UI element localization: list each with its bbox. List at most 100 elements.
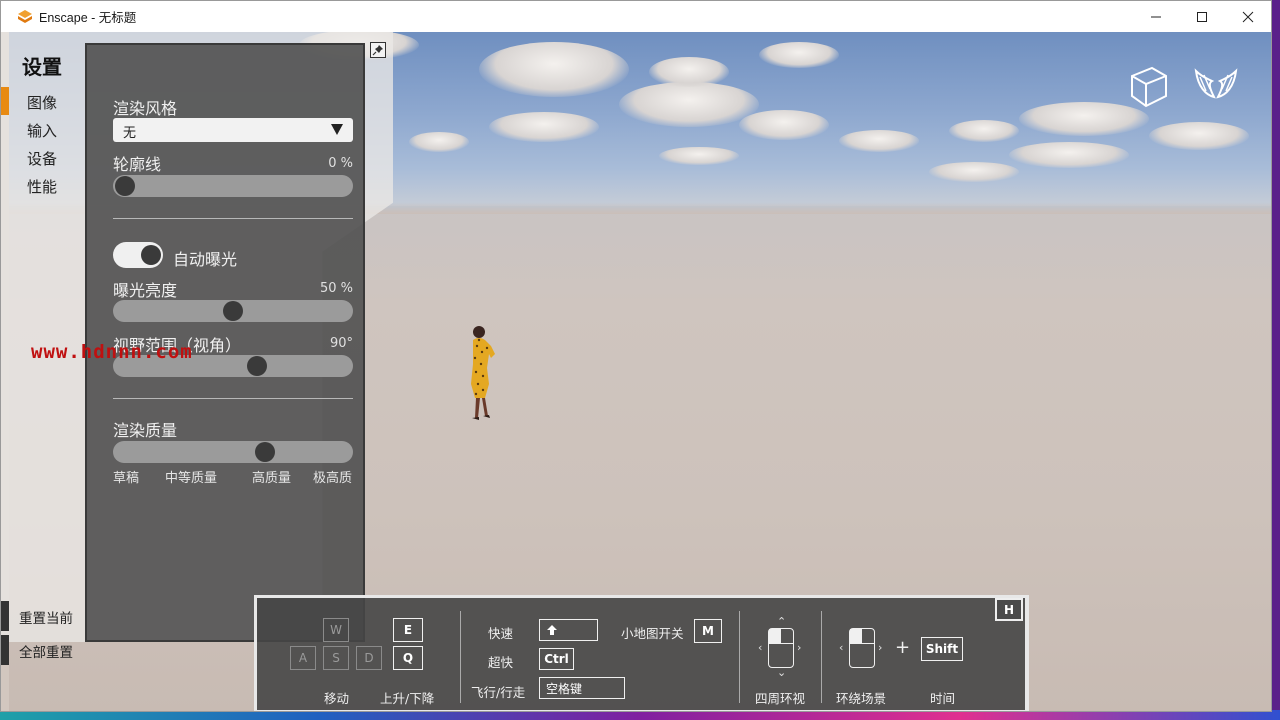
quality-level-high: 高质量 — [252, 471, 292, 486]
close-icon — [1242, 11, 1254, 22]
key-a: A — [290, 646, 316, 670]
cloud — [619, 82, 759, 127]
key-w: W — [323, 618, 349, 642]
enscape-window: Enscape - 无标题 设置 图像 输入 设备 性能 重置当前 全部重置 渲… — [0, 0, 1272, 712]
pin-icon — [372, 45, 383, 56]
cloud — [1009, 142, 1129, 168]
pin-button[interactable] — [370, 42, 386, 58]
exposure-value: 50 % — [319, 281, 353, 296]
key-shift: Shift — [921, 637, 963, 661]
minimize-button[interactable] — [1133, 1, 1179, 32]
chevron-down-icon: ⌄ — [777, 666, 787, 679]
cloud — [409, 132, 469, 152]
super-fast-label: 超快 — [488, 655, 514, 670]
settings-title: 设置 — [22, 55, 62, 79]
key-s: S — [323, 646, 349, 670]
maximize-icon — [1197, 11, 1207, 22]
watermark-text: www.hdnnn.com — [31, 341, 193, 363]
view-cube-icon[interactable] — [1126, 64, 1170, 108]
active-nav-marker — [1, 87, 9, 115]
key-m: M — [694, 619, 722, 643]
fov-slider-knob[interactable] — [246, 356, 267, 376]
cloud — [949, 120, 1019, 142]
up-down-label: 上升/下降 — [380, 691, 435, 706]
reset-current-label: 重置当前 — [19, 611, 73, 627]
minimap-label: 小地图开关 — [621, 626, 684, 641]
cloud — [1149, 122, 1249, 150]
mouse-orbit-icon — [849, 628, 875, 668]
fly-mode-wings-icon[interactable] — [1192, 67, 1240, 103]
chevron-left-icon: ‹ — [839, 641, 844, 654]
auto-exposure-toggle[interactable] — [113, 242, 163, 268]
key-e: E — [393, 618, 423, 642]
quality-level-ultra: 极高质 — [313, 471, 353, 486]
render-style-value: 无 — [123, 126, 137, 141]
outline-label: 轮廓线 — [113, 155, 162, 174]
cloud — [839, 130, 919, 152]
cloud — [479, 42, 629, 97]
look-around-label: 四周环视 — [755, 691, 806, 706]
key-shift-up — [539, 619, 598, 641]
key-ctrl: Ctrl — [539, 648, 574, 670]
reset-all-label: 全部重置 — [19, 645, 73, 661]
shift-arrow-icon — [547, 625, 557, 635]
fov-value: 90° — [329, 336, 353, 351]
key-space: 空格键 — [539, 677, 625, 699]
quality-label: 渲染质量 — [113, 421, 178, 440]
cloud — [489, 112, 599, 142]
nav-item-device[interactable]: 设备 — [27, 148, 57, 169]
panel-divider — [113, 398, 353, 399]
cloud — [649, 57, 729, 87]
auto-exposure-toggle-knob — [141, 245, 161, 265]
chevron-left-icon: ‹ — [758, 641, 763, 654]
time-label: 时间 — [930, 691, 956, 706]
chevron-right-icon: › — [797, 641, 802, 654]
chevron-right-icon: › — [878, 641, 883, 654]
help-separator — [739, 611, 740, 703]
help-separator — [821, 611, 822, 703]
auto-exposure-label: 自动曝光 — [173, 250, 238, 269]
exposure-slider[interactable] — [113, 300, 353, 322]
help-toggle-key[interactable]: H — [995, 598, 1023, 621]
enscape-logo-icon — [18, 9, 32, 23]
exposure-slider-knob[interactable] — [223, 301, 243, 321]
chevron-up-icon: ⌃ — [777, 615, 787, 628]
panel-divider — [113, 218, 353, 219]
cloud — [929, 162, 1019, 182]
nav-item-image[interactable]: 图像 — [27, 92, 57, 113]
cloud — [759, 42, 839, 68]
move-label: 移动 — [324, 691, 350, 706]
maximize-button[interactable] — [1179, 1, 1225, 32]
reset-all-button[interactable]: 全部重置 — [1, 635, 85, 665]
nav-item-performance[interactable]: 性能 — [27, 176, 57, 197]
quality-slider[interactable] — [113, 441, 353, 463]
outline-slider[interactable] — [113, 175, 353, 197]
plus-sign: + — [895, 637, 911, 658]
close-button[interactable] — [1225, 1, 1271, 32]
dropdown-arrow-icon — [331, 124, 343, 135]
render-style-label: 渲染风格 — [113, 99, 178, 118]
cloud — [659, 147, 739, 165]
fast-label: 快速 — [488, 626, 514, 641]
person-figure — [471, 326, 495, 420]
nav-item-input[interactable]: 输入 — [27, 120, 57, 141]
outline-value: 0 % — [328, 156, 353, 171]
quality-level-draft: 草稿 — [113, 471, 140, 486]
reset-current-marker — [1, 601, 9, 631]
quality-slider-knob[interactable] — [255, 442, 276, 462]
title-bar[interactable]: Enscape - 无标题 — [1, 1, 1271, 32]
quality-level-medium: 中等质量 — [165, 471, 218, 486]
key-d: D — [356, 646, 382, 670]
minimize-icon — [1151, 16, 1161, 17]
mouse-left-drag-icon — [768, 628, 794, 668]
exposure-label: 曝光亮度 — [113, 281, 178, 300]
reset-all-marker — [1, 635, 9, 665]
help-separator — [460, 611, 461, 703]
render-style-dropdown[interactable]: 无 — [113, 118, 353, 142]
cloud — [739, 110, 829, 140]
fly-walk-label: 飞行/行走 — [471, 685, 526, 700]
outline-slider-knob[interactable] — [115, 176, 135, 196]
window-title: Enscape - 无标题 — [39, 11, 137, 25]
reset-current-button[interactable]: 重置当前 — [1, 601, 85, 631]
orbit-scene-label: 环绕场景 — [836, 691, 887, 706]
